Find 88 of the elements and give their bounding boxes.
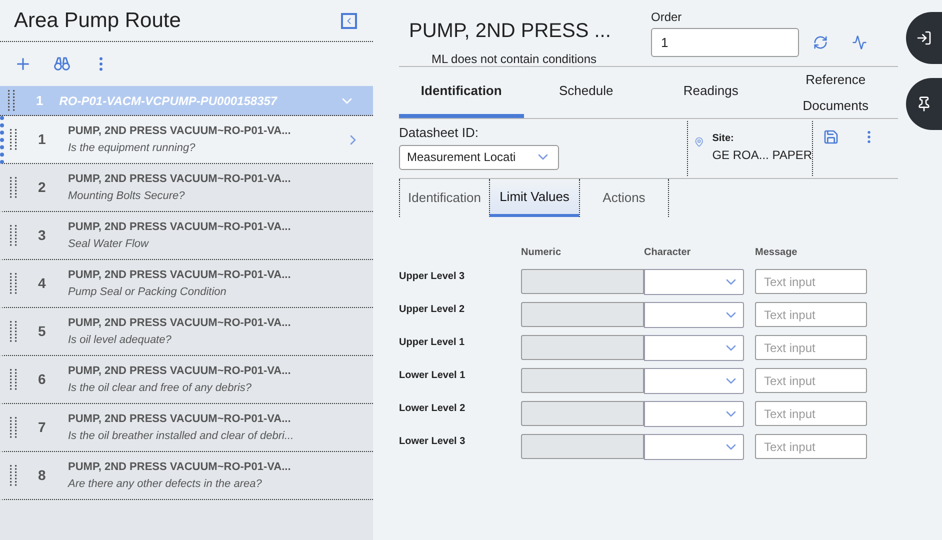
drag-handle-icon[interactable] (10, 320, 18, 342)
item-title: PUMP, 2ND PRESS VACUUM~RO-P01-VA... (68, 316, 292, 331)
route-item[interactable]: 6 PUMP, 2ND PRESS VACUUM~RO-P01-VA... Is the oil clear and free of any debris? (0, 356, 373, 404)
row-label: Upper Level 2 (399, 303, 466, 317)
drag-handle-icon[interactable] (10, 464, 18, 486)
item-question: Pump Seal or Packing Condition (68, 284, 228, 300)
message-field[interactable]: Text input (755, 401, 867, 426)
message-field[interactable]: Text input (755, 269, 867, 294)
order-field[interactable]: 1 (651, 28, 799, 57)
route-item[interactable]: 2 PUMP, 2ND PRESS VACUUM~RO-P01-VA... Mounting Bolts Secure? (0, 164, 373, 212)
item-question: Are there any other defects in the area? (68, 476, 263, 492)
item-number: 6 (38, 370, 47, 389)
sign-in-icon (916, 30, 932, 46)
order-label: Order (651, 9, 683, 26)
item-number: 8 (38, 466, 47, 485)
group-name: RO-P01-VACM-VCPUMP-PU000158357 (59, 92, 278, 110)
character-dropdown[interactable] (644, 368, 744, 394)
route-item[interactable]: 8 PUMP, 2ND PRESS VACUUM~RO-P01-VA... Are there any other defects in the area? (0, 452, 373, 500)
subtab[interactable]: Actions (579, 179, 669, 217)
row-label: Lower Level 1 (399, 369, 466, 383)
tab[interactable]: Identification (399, 67, 524, 118)
save-icon[interactable] (823, 129, 839, 145)
item-title: PUMP, 2ND PRESS VACUUM~RO-P01-VA... (68, 172, 292, 187)
site-value: GE ROA... PAPER (712, 147, 812, 164)
item-number: 3 (38, 226, 47, 245)
drag-handle-icon[interactable] (10, 176, 18, 198)
drag-handle-icon[interactable] (10, 224, 18, 246)
route-item[interactable]: 7 PUMP, 2ND PRESS VACUUM~RO-P01-VA... Is the oil breather installed and clear of debri... (0, 404, 373, 452)
item-title: PUMP, 2ND PRESS VACUUM~RO-P01-VA... (68, 460, 292, 475)
subtab[interactable]: Limit Values (489, 179, 579, 217)
trend-icon[interactable] (852, 35, 867, 50)
item-number: 5 (38, 322, 47, 341)
datasheet-label: Datasheet ID: (399, 124, 480, 142)
character-dropdown[interactable] (644, 302, 744, 328)
item-title: PUMP, 2ND PRESS VACUUM~RO-P01-VA... (68, 364, 292, 379)
drag-handle-icon[interactable] (10, 368, 18, 390)
pin-icon (916, 96, 932, 112)
message-field[interactable]: Text input (755, 302, 867, 327)
item-number: 7 (38, 418, 47, 437)
tab[interactable]: Reference Documents (773, 67, 898, 118)
item-number: 2 (38, 178, 47, 197)
drag-handle-icon[interactable] (10, 416, 18, 438)
item-question: Seal Water Flow (68, 236, 150, 252)
item-number: 1 (38, 130, 47, 149)
tab[interactable]: Schedule (524, 67, 648, 118)
item-question: Is oil level adequate? (68, 332, 172, 348)
character-dropdown[interactable] (644, 401, 744, 427)
page-title: PUMP, 2ND PRESS ... (409, 19, 611, 44)
item-number: 4 (38, 274, 47, 293)
sign-in-button[interactable] (906, 12, 942, 64)
item-title: PUMP, 2ND PRESS VACUUM~RO-P01-VA... (68, 412, 292, 427)
route-item[interactable]: 5 PUMP, 2ND PRESS VACUUM~RO-P01-VA... Is oil level adequate? (0, 308, 373, 356)
message-field[interactable]: Text input (755, 434, 867, 459)
row-label: Upper Level 1 (399, 336, 466, 350)
route-item[interactable]: 4 PUMP, 2ND PRESS VACUUM~RO-P01-VA... Pump Seal or Packing Condition (0, 260, 373, 308)
group-number: 1 (36, 92, 44, 110)
pin-button[interactable] (906, 78, 942, 130)
item-title: PUMP, 2ND PRESS VACUUM~RO-P01-VA... (68, 124, 292, 139)
item-question: Is the equipment running? (68, 140, 196, 156)
site-label: Site: (712, 132, 735, 146)
tab[interactable]: Readings (648, 67, 774, 118)
character-dropdown[interactable] (644, 269, 744, 295)
character-dropdown[interactable] (644, 434, 744, 460)
binoculars-icon[interactable] (54, 57, 70, 71)
column-header: Numeric (521, 246, 562, 260)
drag-handle-icon[interactable] (10, 128, 18, 150)
collapse-button[interactable] (341, 12, 357, 28)
refresh-icon[interactable] (813, 35, 828, 50)
column-header: Character (644, 246, 692, 260)
message-field[interactable]: Text input (755, 335, 867, 360)
page-subtitle: ML does not contain conditions (432, 51, 596, 68)
item-question: Mounting Bolts Secure? (68, 188, 186, 204)
drag-handle-icon[interactable] (8, 90, 16, 112)
row-label: Lower Level 3 (399, 435, 466, 449)
panel-title: Area Pump Route (14, 8, 181, 34)
row-label: Lower Level 2 (399, 402, 466, 416)
row-label: Upper Level 3 (399, 270, 466, 284)
drag-handle-icon[interactable] (10, 272, 18, 294)
column-header: Message (755, 246, 798, 260)
item-title: PUMP, 2ND PRESS VACUUM~RO-P01-VA... (68, 220, 292, 235)
route-item[interactable]: 1 PUMP, 2ND PRESS VACUUM~RO-P01-VA... Is the equipment running? (0, 116, 373, 164)
character-dropdown[interactable] (644, 335, 744, 361)
add-icon[interactable] (14, 55, 32, 73)
item-question: Is the oil breather installed and clear of debri... (68, 428, 295, 444)
item-question: Is the oil clear and free of any debris? (68, 380, 252, 396)
message-field[interactable]: Text input (755, 368, 867, 393)
item-title: PUMP, 2ND PRESS VACUUM~RO-P01-VA... (68, 268, 292, 283)
route-item[interactable]: 3 PUMP, 2ND PRESS VACUUM~RO-P01-VA... Seal Water Flow (0, 212, 373, 260)
